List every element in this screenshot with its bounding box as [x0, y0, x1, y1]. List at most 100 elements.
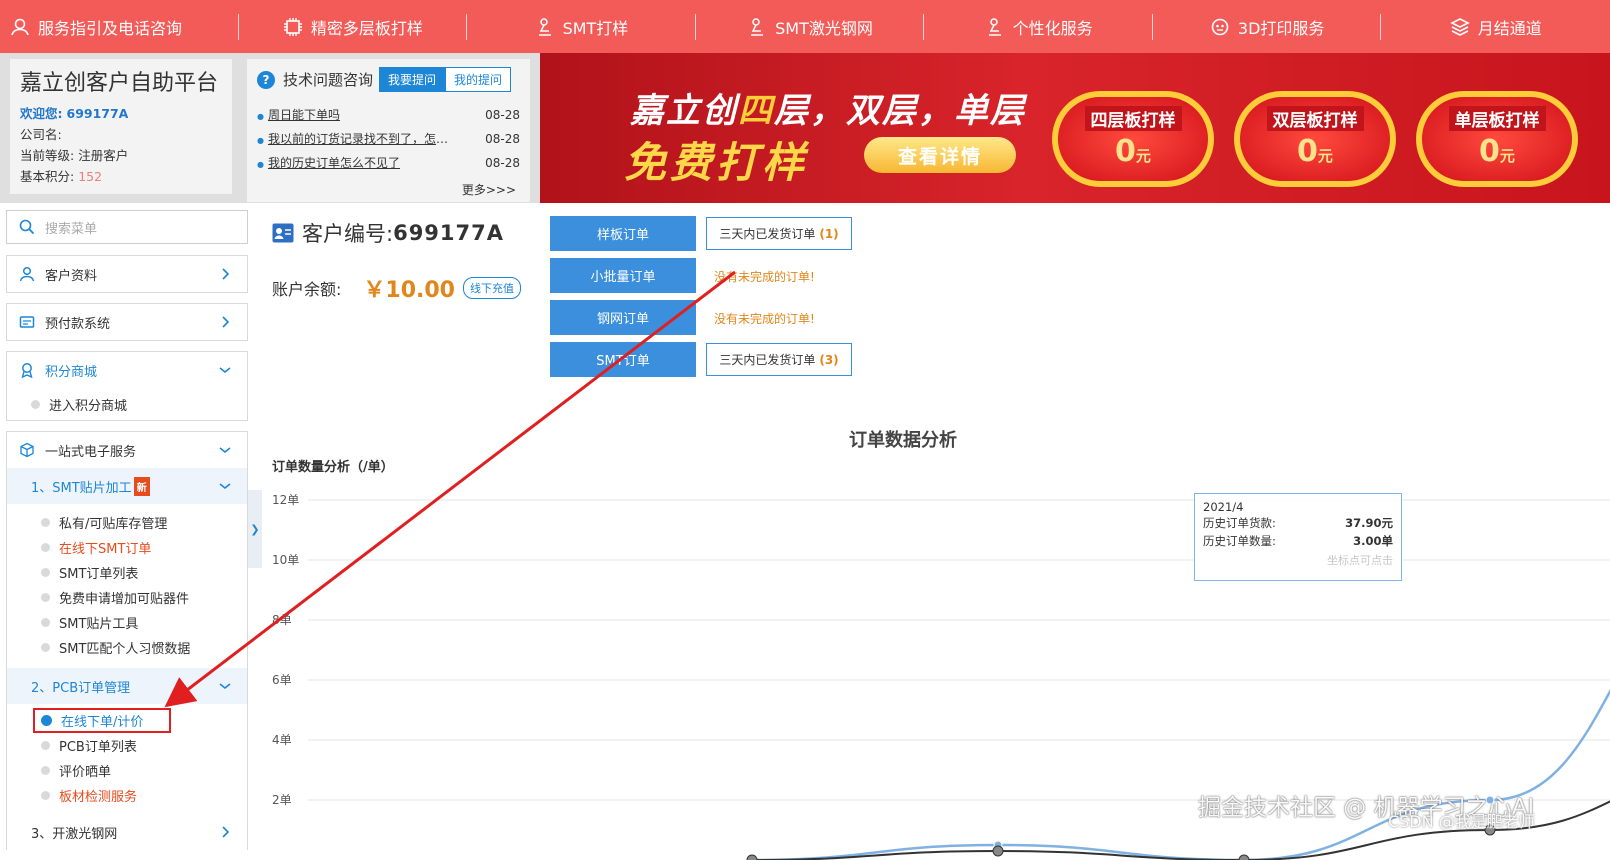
menu-points-mall[interactable]: 积分商城 进入积分商城: [6, 351, 248, 421]
chevron-down-icon: [219, 447, 231, 454]
sidebar-item[interactable]: SMT匹配个人习惯数据: [7, 635, 247, 660]
y-tick-label: 2单: [272, 793, 292, 807]
nav-label: SMT激光钢网: [775, 18, 873, 38]
qa-item-date: 08-28: [485, 108, 520, 122]
no-pending-note: 没有未完成的订单!: [714, 312, 815, 326]
sidebar-item-label: PCB订单列表: [59, 740, 137, 755]
no-pending-note: 没有未完成的订单!: [714, 270, 815, 284]
qa-item-text[interactable]: 周日能下单吗: [257, 104, 340, 128]
chart-y-axis-label: 订单数量分析（/单）: [272, 460, 394, 475]
sidebar-item-online-order[interactable]: 在线下单/计价: [33, 708, 171, 733]
smt-order-button[interactable]: SMT订单: [550, 342, 696, 377]
qa-item-date: 08-28: [485, 132, 520, 146]
sidebar-item[interactable]: PCB订单列表: [7, 733, 247, 758]
menu-customer-info[interactable]: 客户资料: [6, 255, 248, 293]
id-card-icon: [272, 223, 294, 243]
sidebar-item[interactable]: SMT贴片工具: [7, 610, 247, 635]
qa-item-text[interactable]: 我以前的订货记录找不到了，怎么...: [257, 128, 457, 152]
chevron-right-icon: [222, 268, 230, 280]
company-label: 公司名:: [20, 127, 62, 142]
tooltip-period: 2021/4: [1203, 500, 1244, 514]
sidebar-item[interactable]: 私有/可贴库存管理: [7, 510, 247, 535]
shipped-orders-link[interactable]: 三天内已发货订单 (3): [706, 343, 852, 376]
data-point[interactable]: [992, 845, 1004, 857]
tooltip-row: 历史订单数量: 3.00单: [1203, 532, 1393, 550]
chip-icon: [283, 17, 302, 36]
bullet-dot: [41, 543, 50, 552]
nav-custom-service[interactable]: 个性化服务: [924, 0, 1153, 53]
level-line: 当前等级: 注册客户: [20, 145, 222, 166]
qa-item-text[interactable]: 我的历史订单怎么不见了: [257, 152, 400, 176]
data-point[interactable]: [1238, 854, 1250, 860]
four-layer-badge[interactable]: 四层板打样 0元: [1052, 91, 1214, 187]
my-questions-button[interactable]: 我的提问: [445, 67, 512, 92]
menu-search-input[interactable]: 搜索菜单: [6, 210, 248, 244]
company-line: 公司名:: [20, 124, 222, 145]
sidebar-collapse-handle[interactable]: ❯: [248, 490, 262, 568]
nav-multilayer[interactable]: 精密多层板打样: [239, 0, 468, 53]
nav-service-guide[interactable]: 服务指引及电话咨询: [0, 0, 239, 53]
pcb-group-header[interactable]: 2、PCB订单管理: [7, 668, 247, 704]
tooltip-label: 历史订单数量:: [1203, 534, 1276, 548]
two-layer-badge[interactable]: 双层板打样 0元: [1234, 91, 1396, 187]
sidebar-item[interactable]: 在线下SMT订单: [7, 535, 247, 560]
menu-prepaid[interactable]: 预付款系统: [6, 303, 248, 341]
y-tick-label: 8单: [272, 613, 292, 627]
balance-row: 账户余额: ￥10.00 线下充值: [272, 272, 521, 304]
menu-head[interactable]: 积分商城: [7, 352, 247, 388]
menu-one-stop[interactable]: 一站式电子服务 1、SMT贴片加工 新 私有/可贴库存管理 在线下SMT订单 S…: [6, 431, 248, 850]
smt-group-header[interactable]: 1、SMT贴片加工 新: [7, 468, 247, 504]
3d-printer-icon: [1211, 18, 1229, 35]
badge-price-line: 0元: [1240, 134, 1390, 169]
user-info-panel: 嘉立创客户自助平台 欢迎您: 699177A 公司名: 当前等级: 注册客户 基本积…: [10, 59, 232, 194]
score-line: 基本积分: 152: [20, 166, 222, 187]
new-badge: 新: [133, 476, 150, 496]
y-tick-label: 12单: [272, 493, 299, 507]
sidebar-item-enter-mall[interactable]: 进入积分商城: [7, 388, 247, 420]
chevron-right-icon: [222, 316, 230, 328]
nav-monthly[interactable]: 月结通道: [1381, 0, 1610, 53]
bullet-dot: [41, 715, 52, 726]
small-batch-order-button[interactable]: 小批量订单: [550, 258, 696, 293]
sidebar-item-label: SMT订单列表: [59, 567, 139, 582]
nav-smt-proto[interactable]: SMT打样: [467, 0, 696, 53]
y-tick-label: 4单: [272, 733, 292, 747]
recharge-button[interactable]: 线下充值: [463, 277, 521, 299]
welcome-id: 699177A: [66, 106, 129, 121]
score-label: 基本积分:: [20, 169, 75, 184]
robot-arm-icon: [988, 17, 1001, 36]
nav-label: 精密多层板打样: [310, 18, 423, 38]
qa-more-link[interactable]: 更多>>>: [462, 181, 516, 198]
banner-subheadline: 免费打样: [624, 138, 809, 187]
list-item[interactable]: 我的历史订单怎么不见了 08-28: [257, 152, 520, 176]
shipped-orders-link[interactable]: 三天内已发货订单 (1): [706, 217, 852, 250]
sample-order-button[interactable]: 样板订单: [550, 216, 696, 251]
view-details-button[interactable]: 查看详情: [864, 137, 1016, 173]
list-item[interactable]: 我以前的订货记录找不到了，怎么... 08-28: [257, 128, 520, 152]
question-icon: ?: [257, 70, 275, 89]
ask-question-button[interactable]: 我要提问: [379, 67, 446, 92]
nav-3d-print[interactable]: 3D打印服务: [1153, 0, 1382, 53]
promo-banner[interactable]: 嘉立创四层，双层，单层 免费打样 查看详情 四层板打样 0元 双层板打样 0元 …: [540, 53, 1610, 203]
list-item[interactable]: 周日能下单吗 08-28: [257, 104, 520, 128]
stencil-group-header[interactable]: 3、开激光钢网: [7, 814, 247, 850]
sidebar-item[interactable]: 评价晒单: [7, 758, 247, 783]
welcome-line: 欢迎您: 699177A: [20, 103, 222, 124]
sidebar-item[interactable]: 免费申请增加可贴器件: [7, 585, 247, 610]
chevron-down-icon: [219, 367, 231, 374]
menu-head[interactable]: 客户资料: [7, 256, 247, 292]
bullet-dot: [41, 791, 50, 800]
single-layer-badge[interactable]: 单层板打样 0元: [1416, 91, 1578, 187]
tooltip-hint: 坐标点可点击: [1327, 554, 1393, 567]
stencil-order-button[interactable]: 钢网订单: [550, 300, 696, 335]
sidebar-item[interactable]: SMT订单列表: [7, 560, 247, 585]
person-headset-icon: [11, 18, 29, 35]
shipped-note: 三天内已发货订单: [719, 227, 816, 241]
bullet-dot: [41, 741, 50, 750]
sidebar-item[interactable]: 板材检测服务: [7, 783, 247, 808]
bullet-dot: [41, 568, 50, 577]
data-point[interactable]: [746, 854, 758, 860]
nav-smt-stencil[interactable]: SMT激光钢网: [696, 0, 925, 53]
menu-head[interactable]: 一站式电子服务: [7, 432, 247, 468]
menu-head[interactable]: 预付款系统: [7, 304, 247, 340]
